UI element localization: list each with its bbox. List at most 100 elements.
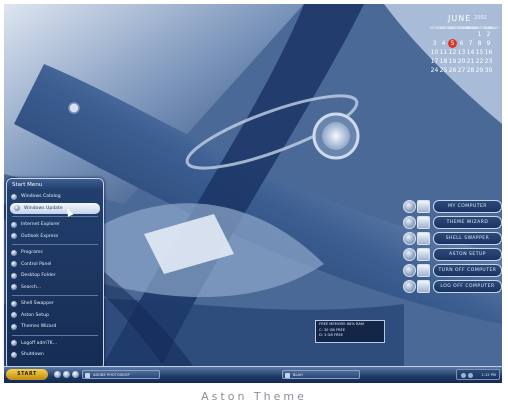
calendar-day: 29: [475, 67, 484, 74]
start-menu-item[interactable]: Windows Catalog: [7, 191, 103, 203]
quicklaunch-media-icon[interactable]: [72, 371, 79, 378]
shortcut-computer[interactable]: MY COMPUTER: [403, 200, 502, 213]
start-button[interactable]: START: [6, 369, 48, 380]
calendar-day: 21: [466, 58, 475, 65]
menu-item-label: Programs: [21, 250, 43, 256]
shortcut-orb-icon: [403, 248, 416, 261]
taskbar: START ADOBE PHOTOSHOP BLAH 1:12 PM: [4, 366, 502, 383]
task-button-photoshop[interactable]: ADOBE PHOTOSHOP: [82, 370, 160, 379]
menu-item-label: Shell Swapper: [21, 301, 54, 307]
menu-item-label: Windows Update: [24, 205, 63, 211]
calendar-widget: JUNE 2002 MONDAY TUESDAY WEDNESDAY THURS…: [430, 14, 499, 75]
menu-item-icon: [11, 340, 17, 347]
calendar-week: 24 25 26 27 28 29 30: [430, 66, 494, 75]
calendar-day: 22: [475, 58, 484, 65]
start-menu-item[interactable]: Shutdown: [7, 349, 103, 361]
calendar-day: 15: [475, 49, 484, 56]
weekday: FRIDAY: [466, 26, 479, 30]
task-button-blah[interactable]: BLAH: [282, 370, 360, 379]
volume-icon[interactable]: [461, 373, 466, 378]
menu-item-label: Search...: [21, 284, 42, 290]
network-icon[interactable]: [468, 373, 473, 378]
menu-item-icon: [11, 193, 17, 200]
calendar-week: 17 18 19 20 21 22 23: [430, 57, 494, 66]
weekday: TUESDAY: [439, 26, 456, 30]
power-icon: [417, 264, 430, 277]
calendar-week: 12: [430, 30, 494, 39]
menu-item-label: Windows Catalog: [21, 194, 61, 200]
calendar-day: 20: [457, 58, 466, 65]
calendar-day: 14: [466, 49, 475, 56]
calendar-day: 19: [448, 58, 457, 65]
start-menu: Start Menu Windows Catalog Windows Update…: [6, 178, 104, 370]
start-menu-item[interactable]: Internet Explorer: [7, 219, 103, 231]
shortcut-panel: MY COMPUTER THEME WIZARD SHELL SWAPPER ASTO…: [403, 200, 502, 296]
shortcut-swap[interactable]: SHELL SWAPPER: [403, 232, 502, 245]
calendar-grid: 1 2 3 4 5 6 7 8 9 10 11 12 13 14 15 16 17 18 19 20 21 22 23 24 2…: [430, 30, 494, 75]
start-menu-item[interactable]: Logoff admTK...: [7, 338, 103, 350]
start-menu-items: Windows Catalog Windows Update Internet Ex…: [7, 191, 103, 361]
shortcut-label: SHELL SWAPPER: [433, 232, 502, 245]
image-caption: Aston Theme: [201, 390, 307, 403]
calendar-day: 28: [466, 67, 475, 74]
shortcut-orb-icon: [403, 280, 416, 293]
start-menu-item[interactable]: Windows Update: [10, 202, 100, 214]
quicklaunch-desktop-icon[interactable]: [63, 371, 70, 378]
calendar-day: 26: [448, 67, 457, 74]
swap-icon: [417, 232, 430, 245]
calendar-week: 10 11 12 13 14 15 16: [430, 48, 494, 57]
calendar-day: 9: [486, 40, 491, 47]
calendar-today: 5: [448, 39, 457, 48]
menu-item-label: Logoff admTK...: [21, 340, 58, 346]
calendar-day: 23: [484, 58, 493, 65]
calendar-day: [466, 30, 475, 39]
task-label: ADOBE PHOTOSHOP: [93, 373, 130, 377]
calendar-day: [430, 30, 439, 39]
calendar-week: 3456789: [430, 39, 494, 48]
menu-separator: [12, 216, 98, 217]
menu-item-icon: [11, 233, 17, 240]
start-menu-item[interactable]: Control Panel: [7, 259, 103, 271]
start-menu-title: Start Menu: [7, 179, 103, 191]
menu-item-label: Internet Explorer: [21, 222, 60, 228]
calendar-day: 30: [484, 67, 493, 74]
start-menu-item[interactable]: Desktop Folder: [7, 270, 103, 282]
shortcut-label: TURN OFF COMPUTER: [433, 264, 502, 277]
quicklaunch-ie-icon[interactable]: [54, 371, 61, 378]
menu-separator: [12, 295, 98, 296]
start-menu-item[interactable]: Outlook Express: [7, 231, 103, 243]
menu-separator: [12, 244, 98, 245]
menu-separator: [12, 334, 98, 336]
menu-item-label: Aston Setup: [21, 312, 49, 318]
shortcut-label: THEME WIZARD: [433, 216, 502, 229]
calendar-day: 17: [430, 58, 439, 65]
shortcut-orb-icon: [403, 200, 416, 213]
start-menu-item[interactable]: Aston Setup: [7, 310, 103, 322]
calendar-day: 18: [439, 58, 448, 65]
shortcut-logoff[interactable]: LOG OFF COMPUTER: [403, 280, 502, 293]
shortcut-label: MY COMPUTER: [433, 200, 502, 213]
shortcut-power[interactable]: TURN OFF COMPUTER: [403, 264, 502, 277]
menu-item-label: Desktop Folder: [21, 273, 56, 279]
calendar-day: [439, 30, 448, 39]
calendar-day: 2: [486, 31, 491, 38]
calendar-day: 4: [441, 40, 446, 47]
shortcut-orb-icon: [403, 232, 416, 245]
calendar-day: 24: [430, 67, 439, 74]
calendar-day: 8: [477, 40, 482, 47]
clock[interactable]: 1:12 PM: [482, 373, 496, 377]
calendar-day: 7: [468, 40, 473, 47]
start-menu-item[interactable]: Programs: [7, 247, 103, 259]
shortcut-label: ASTON SETUP: [433, 248, 502, 261]
shortcut-wizard[interactable]: THEME WIZARD: [403, 216, 502, 229]
menu-item-icon: [11, 272, 17, 279]
wizard-icon: [417, 216, 430, 229]
menu-item-icon: [11, 323, 17, 330]
weekday: SUNDAY: [484, 26, 499, 30]
shortcut-aston[interactable]: ASTON SETUP: [403, 248, 502, 261]
menu-item-label: Control Panel: [21, 261, 52, 267]
start-menu-item[interactable]: Themes Wizard: [7, 321, 103, 333]
calendar-day: [457, 30, 466, 39]
start-menu-item[interactable]: Search...: [7, 282, 103, 294]
start-menu-item[interactable]: Shell Swapper: [7, 298, 103, 310]
